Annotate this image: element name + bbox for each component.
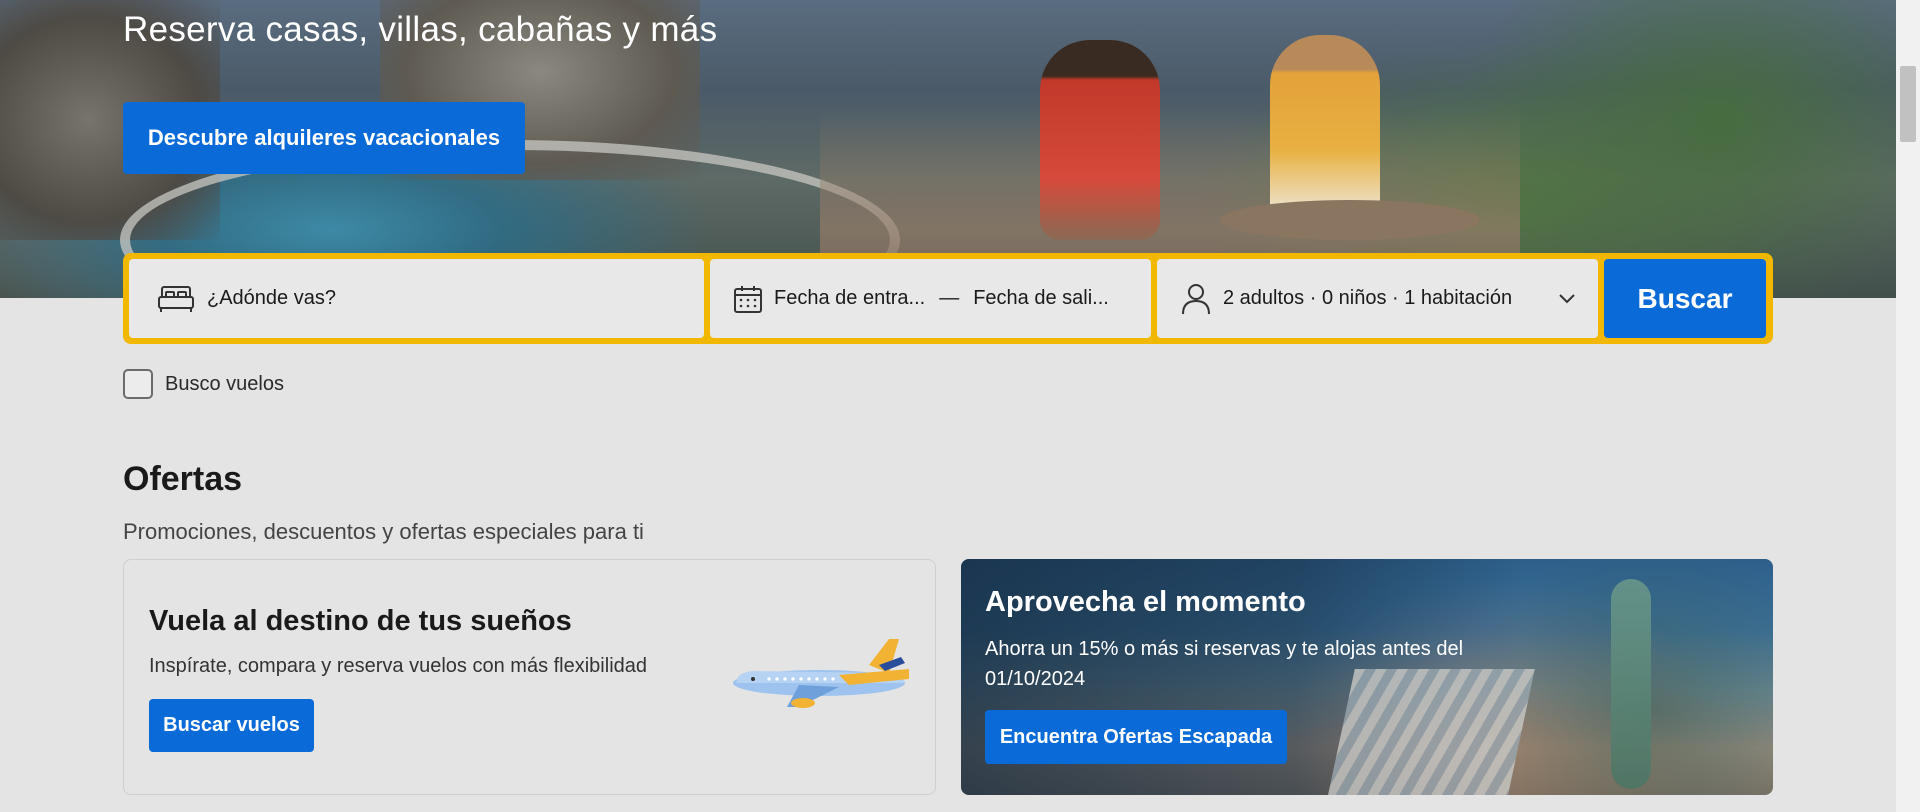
destination-field[interactable]: ¿Adónde vas? [129, 259, 704, 338]
destination-placeholder: ¿Adónde vas? [207, 287, 336, 309]
flights-checkbox[interactable] [123, 369, 153, 399]
offers-subtitle: Promociones, descuentos y ofertas especi… [123, 519, 644, 544]
airplane-icon [733, 639, 909, 708]
hero-person-man [1040, 40, 1160, 240]
search-flights-button[interactable]: Buscar vuelos [149, 699, 314, 752]
offer-card-flights: Vuela al destino de tus sueños Inspírate… [123, 559, 936, 795]
calendar-icon [734, 285, 762, 313]
flights-checkbox-row[interactable]: Busco vuelos [123, 369, 284, 399]
offer-card-title: Aprovecha el momento [985, 586, 1306, 618]
person-icon [1182, 283, 1210, 314]
bed-icon [158, 285, 194, 312]
dates-field[interactable]: Fecha de entra... — Fecha de sali... [710, 259, 1151, 338]
hero-tagline: Reserva casas, villas, cabañas y más [123, 10, 718, 49]
surfboard-image [1611, 579, 1651, 789]
scrollbar-thumb[interactable] [1900, 66, 1916, 142]
offer-card-getaway: Aprovecha el momento Ahorra un 15% o más… [961, 559, 1773, 795]
checkout-date[interactable]: Fecha de sali... [973, 287, 1109, 310]
checkin-date[interactable]: Fecha de entra... [774, 287, 925, 310]
offers-title: Ofertas [123, 460, 243, 498]
chevron-down-icon[interactable] [1558, 293, 1576, 305]
search-bar: ¿Adónde vas? Fecha de entra... — Fecha d… [123, 253, 1773, 344]
page-scrollbar[interactable] [1896, 0, 1920, 812]
date-separator: — [939, 287, 960, 309]
find-getaway-deals-button[interactable]: Encuentra Ofertas Escapada [985, 710, 1287, 764]
hero-person-woman [1270, 35, 1380, 225]
hero-table [1220, 200, 1480, 240]
discover-vacation-rentals-button[interactable]: Descubre alquileres vacacionales [123, 102, 525, 174]
search-button[interactable]: Buscar [1604, 259, 1766, 338]
guests-summary: 2 adultos · 0 niños · 1 habitación [1223, 287, 1513, 309]
offer-card-description: Ahorra un 15% o más si reservas y te alo… [985, 638, 1464, 690]
offer-card-description: Inspírate, compara y reserva vuelos con … [149, 655, 648, 677]
flights-checkbox-label[interactable]: Busco vuelos [165, 373, 284, 396]
guests-field[interactable]: 2 adultos · 0 niños · 1 habitación [1157, 259, 1598, 338]
offer-card-title: Vuela al destino de tus sueños [149, 605, 572, 637]
